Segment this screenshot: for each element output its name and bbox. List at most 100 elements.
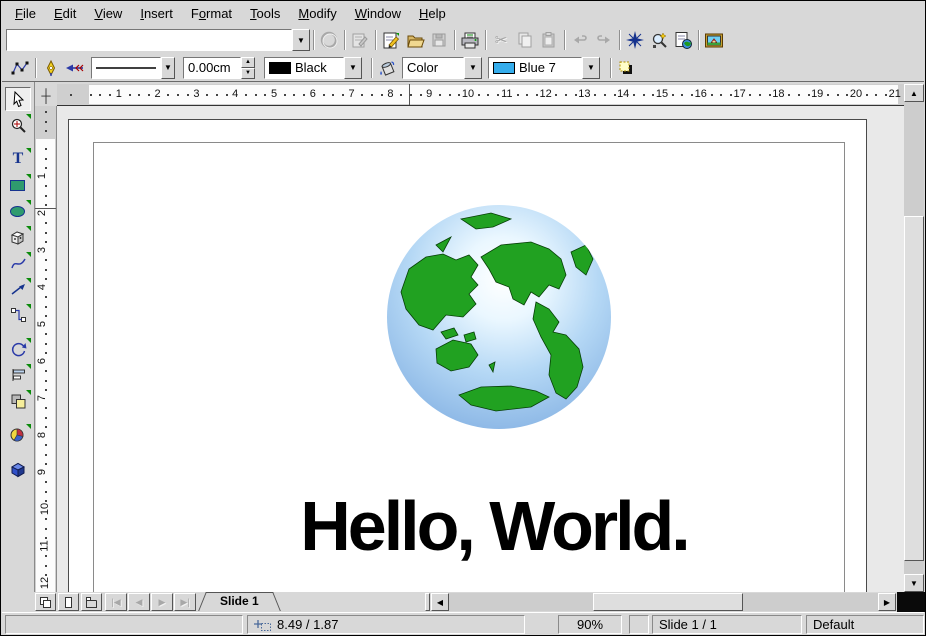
tool-objects-3d-button[interactable] (5, 225, 31, 249)
tool-arrange-button[interactable] (5, 389, 31, 413)
shadow-button[interactable] (614, 57, 638, 79)
menu-item-insert[interactable]: Insert (131, 3, 182, 24)
web-page-icon (674, 31, 693, 50)
fill-bucket-button[interactable] (375, 57, 399, 79)
ruler-number: 1 (36, 173, 48, 179)
toolbar-separator (482, 30, 489, 50)
flyout-flag-icon (26, 226, 31, 231)
menu-item-tools[interactable]: Tools (241, 3, 289, 24)
url-field[interactable] (6, 29, 292, 51)
tool-lines-arrows-button[interactable] (5, 277, 31, 301)
menu-item-file[interactable]: File (6, 3, 45, 24)
url-combobox[interactable]: ▼ (6, 29, 310, 51)
scroll-up-button[interactable]: ▲ (904, 84, 924, 102)
tool-curve-button[interactable] (5, 251, 31, 275)
menu-item-window[interactable]: Window (346, 3, 410, 24)
arrow-ends-button[interactable] (63, 57, 87, 79)
horizontal-scroll-thumb[interactable] (593, 593, 743, 611)
menu-item-help[interactable]: Help (410, 3, 455, 24)
effects-icon (9, 461, 27, 478)
status-zoom-field[interactable]: 90% (558, 615, 622, 634)
ruler-tick (293, 94, 295, 96)
tab-slide-1[interactable]: Slide 1 (202, 592, 277, 611)
flyout-flag-icon (26, 304, 31, 309)
horizontal-ruler[interactable]: 123456789101112131415161718192021 (57, 84, 906, 106)
toolbar-separator (32, 58, 39, 78)
notes-view-button[interactable] (58, 593, 79, 611)
status-position-field[interactable]: 8.49 / 1.87 (247, 615, 525, 634)
ruler-tick (45, 195, 47, 197)
menu-item-format[interactable]: Format (182, 3, 241, 24)
last-slide-button: ▶| (174, 593, 196, 611)
ruler-tick (45, 333, 47, 335)
save-icon (430, 31, 448, 49)
ruler-number: 5 (271, 88, 277, 100)
fill-color-select[interactable]: Blue 7 ▼ (488, 57, 600, 79)
spin-up-icon[interactable]: ▲ (241, 57, 255, 68)
url-dropdown-button[interactable]: ▼ (292, 29, 310, 51)
ruler-tick (45, 121, 47, 123)
tool-effects-button[interactable] (5, 457, 31, 481)
line-width-stepper[interactable]: ▲▼ (183, 57, 255, 79)
edit-points-button[interactable] (8, 57, 32, 79)
fill-style-dropdown-button[interactable]: ▼ (464, 57, 482, 79)
vertical-scroll-thumb[interactable] (904, 216, 924, 561)
status-slide-field[interactable]: Slide 1 / 1 (652, 615, 802, 634)
tool-text-button[interactable]: T (5, 147, 31, 171)
scroll-right-button[interactable]: ▶ (878, 593, 896, 611)
scroll-left-button[interactable]: ◀ (431, 593, 449, 611)
slide-view-button[interactable] (35, 593, 56, 611)
menu-item-edit[interactable]: Edit (45, 3, 85, 24)
tool-rectangle-button[interactable] (5, 173, 31, 197)
tool-alignment-button[interactable] (5, 363, 31, 387)
globe-image[interactable] (386, 204, 612, 430)
url-input[interactable] (11, 30, 287, 50)
fill-style-select[interactable]: Color ▼ (402, 57, 482, 79)
line-width-spin-buttons[interactable]: ▲▼ (241, 57, 255, 79)
vertical-scrollbar[interactable]: ▲ ▼ (904, 84, 924, 592)
ruler-number: 17 (733, 88, 745, 100)
open-button[interactable] (403, 29, 427, 51)
glue-points-button[interactable] (39, 57, 63, 79)
tool-ellipse-button[interactable] (5, 199, 31, 223)
zoom-button[interactable] (647, 29, 671, 51)
spin-down-icon[interactable]: ▼ (241, 68, 255, 79)
status-info-field (5, 615, 243, 634)
tool-connector-button[interactable] (5, 303, 31, 327)
chevron-down-icon: ▼ (349, 63, 357, 72)
line-width-input[interactable] (188, 58, 236, 78)
horizontal-scrollbar[interactable] (449, 593, 878, 611)
ruler-origin-box[interactable]: ┼ (35, 84, 57, 106)
navigator-button[interactable] (623, 29, 647, 51)
canvas[interactable]: Hello, World. (57, 106, 906, 592)
line-color-dropdown-button[interactable]: ▼ (344, 57, 362, 79)
vertical-ruler[interactable]: 123456789101112 (35, 106, 57, 592)
ruler-tick (643, 94, 645, 96)
slide-page[interactable]: Hello, World. (68, 119, 867, 592)
tool-rotate-button[interactable] (5, 337, 31, 361)
tool-insert-button[interactable] (5, 423, 31, 447)
flyout-flag-icon (26, 424, 31, 429)
scroll-down-button[interactable]: ▼ (904, 574, 924, 592)
layer-view-button[interactable] (81, 593, 102, 611)
new-doc-button[interactable] (379, 29, 403, 51)
tool-zoom-button[interactable] (5, 113, 31, 137)
line-style-dropdown-button[interactable]: ▼ (161, 57, 175, 79)
print-button[interactable] (458, 29, 482, 51)
slide-title-text[interactable]: Hello, World. (300, 486, 688, 566)
fill-color-dropdown-button[interactable]: ▼ (582, 57, 600, 79)
tool-select-button[interactable] (5, 87, 31, 111)
gallery-button[interactable] (702, 29, 726, 51)
status-page-style-field[interactable]: Default (806, 615, 924, 634)
ruler-tick (478, 94, 480, 96)
ruler-tick (148, 94, 150, 96)
menu-item-modify[interactable]: Modify (289, 3, 345, 24)
menu-bar: FileEditViewInsertFormatToolsModifyWindo… (2, 1, 924, 26)
chevron-down-icon: ▼ (164, 63, 172, 72)
select-icon (10, 91, 27, 108)
line-style-select[interactable]: ▼ (91, 57, 175, 79)
line-color-select[interactable]: Black ▼ (264, 57, 362, 79)
menu-item-view[interactable]: View (85, 3, 131, 24)
tab-scroll-splitter[interactable] (425, 593, 430, 611)
web-page-button[interactable] (671, 29, 695, 51)
